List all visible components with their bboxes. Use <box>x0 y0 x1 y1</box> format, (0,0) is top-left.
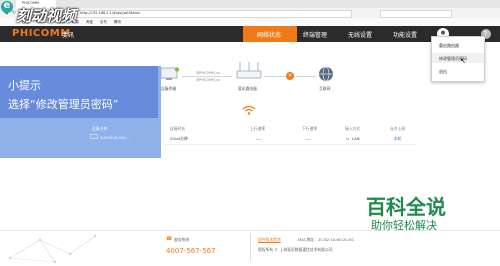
menu-item-reboot[interactable]: 重启路由器 <box>439 43 459 49</box>
wifi-icon <box>242 105 256 115</box>
col-header-access: 接入方式 <box>345 126 361 131</box>
device-name-label: 设备名称 <box>92 126 108 131</box>
router-label: 斐讯路由器 <box>238 86 257 91</box>
logo-sub: 斐讯 <box>62 32 75 39</box>
device-line-1: @PHICOMM_xx <box>196 71 221 75</box>
footer-separator <box>250 233 251 261</box>
mac-address: MAC地址：2C:B2:1A:60:2C:6C <box>298 237 355 242</box>
bookmark-item[interactable]: 淘宝 <box>86 20 93 25</box>
firmware-check-link[interactable]: 固件版本检测 <box>258 237 281 243</box>
router-icon <box>236 62 262 80</box>
bookmark-item[interactable]: 腾讯 <box>114 20 121 25</box>
connector-line-left <box>182 76 232 77</box>
search-box[interactable] <box>380 9 452 18</box>
error-x-icon: × <box>286 71 294 80</box>
cell-download: ---- <box>305 136 311 141</box>
bookmark-item[interactable]: 京东 <box>100 20 107 25</box>
cell-access: LAN <box>352 136 360 141</box>
hotline-number: 4007-567-567 <box>166 247 216 255</box>
watermark-slogan: 助你轻松解决 <box>371 219 437 232</box>
watermark-brand: 百科全说 <box>366 195 446 219</box>
lan-icon: ⇆ <box>346 136 350 141</box>
url-text: http://192.168.2.1/#/qsj/setStatus <box>80 10 140 15</box>
device-terminal-label: 设备终端 <box>161 86 177 91</box>
cursor-icon: ↖ <box>460 57 466 65</box>
network-graphic <box>0 228 110 266</box>
internet-label: 互联网 <box>319 86 331 91</box>
col-header-upload: 上行速率 <box>250 126 266 131</box>
computer-icon <box>90 134 98 140</box>
watermark-logo-badge: e <box>1 0 13 13</box>
tip-body: 选择“修改管理员密码” <box>8 98 119 111</box>
hotline-label: 服务热线 <box>174 237 190 242</box>
device-name-value: SHIMSUR-MKL... <box>100 135 131 140</box>
phone-icon: ☎ <box>166 236 173 242</box>
internet-globe-icon <box>318 66 334 82</box>
tip-title: 小提示 <box>8 79 41 92</box>
cell-allow: 本机 <box>394 136 402 141</box>
nav-terminal-manage[interactable]: 终端管理 <box>303 30 327 39</box>
menu-item-logout[interactable]: 退出 <box>439 69 447 75</box>
device-line-2: @PHICOMM_xx <box>196 78 221 82</box>
cell-upload: ---- <box>256 136 262 141</box>
table-divider <box>165 144 415 145</box>
watermark-logo-text: 刻动视频 <box>16 7 77 25</box>
col-header-allow: 允许上网 <box>390 126 406 131</box>
col-header-download: 下行速率 <box>302 126 318 131</box>
nav-function-settings[interactable]: 功能设置 <box>393 30 417 39</box>
col-header-duration: 连接时长 <box>170 126 186 131</box>
nav-wireless-settings[interactable]: 无线设置 <box>348 30 372 39</box>
device-terminal-icon <box>160 67 180 81</box>
nav-network-status[interactable]: 网络状态 <box>257 30 281 39</box>
cell-duration: 2Gb4分钟 <box>170 136 188 141</box>
user-dropdown-menu: 重启路由器 修改管理员密码 ↖ 退出 <box>431 36 485 82</box>
copyright-text: 版权所有 © 上海斐讯数据通信技术有限公司 <box>258 247 333 252</box>
